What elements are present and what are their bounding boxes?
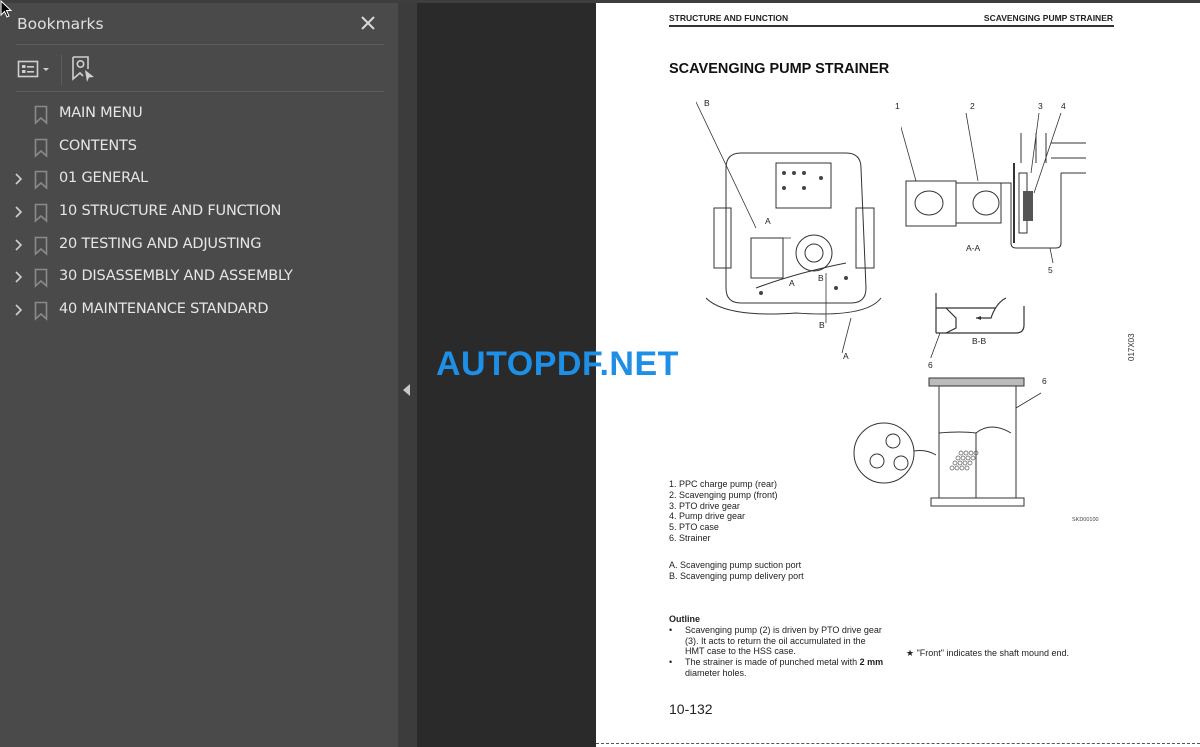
callout-4: 4 — [1061, 101, 1066, 111]
chevron-right-icon[interactable] — [13, 237, 25, 253]
mouse-cursor-icon — [0, 0, 13, 18]
pdf-page: STRUCTURE AND FUNCTION SCAVENGING PUMP S… — [596, 3, 1200, 747]
chevron-right-icon[interactable] — [13, 204, 25, 220]
page-number: 10-132 — [669, 701, 713, 717]
callout-B: B — [819, 320, 825, 330]
bookmark-icon — [34, 203, 48, 223]
running-header-left: STRUCTURE AND FUNCTION — [669, 13, 789, 23]
legend-item: 2. Scavenging pump (front) — [669, 489, 778, 500]
chevron-right-icon[interactable] — [13, 269, 25, 285]
callout-1: 1 — [895, 101, 900, 111]
callout-A: A — [789, 278, 795, 288]
section-label-bb: B-B — [972, 336, 987, 346]
page-break-line — [596, 743, 1200, 744]
bookmark-label: 30 DISASSEMBLY AND ASSEMBLY — [59, 268, 293, 284]
strainer-drawing — [853, 377, 1042, 507]
bookmark-label: 01 GENERAL — [59, 170, 148, 186]
panel-title: Bookmarks — [17, 15, 104, 33]
outline-bullet: • The strainer is made of punched metal w… — [669, 657, 884, 678]
section-label-aa: A-A — [966, 243, 981, 253]
callout-2: 2 — [970, 101, 975, 111]
bookmark-icon — [34, 268, 48, 288]
bookmark-item[interactable]: 40 MAINTENANCE STANDARD — [0, 295, 398, 325]
cursor-arrow-icon — [85, 70, 94, 82]
section-bb-drawing — [930, 293, 1025, 358]
callout-B: B — [704, 98, 710, 108]
callout-6: 6 — [1042, 376, 1047, 386]
chevron-right-icon[interactable] — [13, 302, 25, 318]
legend-item: 1. PPC charge pump (rear) — [669, 479, 778, 489]
outline-section: Outline • Scavenging pump (2) is driven b… — [669, 614, 884, 679]
lettered-legend: A. Scavenging pump suction port B. Scave… — [669, 560, 804, 582]
legend-item: 5. PTO case — [669, 522, 719, 533]
chevron-right-icon[interactable] — [13, 171, 25, 187]
close-icon[interactable] — [356, 11, 380, 35]
bookmark-item[interactable]: 20 TESTING AND ADJUSTING — [0, 230, 398, 260]
find-current-bookmark-button[interactable] — [71, 55, 97, 83]
watermark: AUTOPDF.NET — [436, 345, 679, 383]
legend-item: A. Scavenging pump suction port — [669, 560, 802, 570]
callout-B: B — [818, 273, 824, 283]
options-menu-button[interactable] — [17, 59, 55, 81]
bookmark-label: CONTENTS — [59, 138, 137, 154]
bookmark-icon — [34, 170, 48, 190]
bookmark-item[interactable]: 10 STRUCTURE AND FUNCTION — [0, 197, 398, 227]
figure-code: SKD00100 — [1072, 517, 1099, 523]
engine-front-view-drawing — [696, 101, 882, 354]
figure-side-code: 017X03 — [1127, 333, 1136, 361]
legend-item: 4. Pump drive gear — [669, 511, 746, 522]
bookmark-item[interactable]: 01 GENERAL — [0, 164, 398, 194]
callout-6: 6 — [928, 360, 933, 370]
divider — [16, 44, 384, 45]
bookmark-label: MAIN MENU — [59, 105, 143, 121]
toolbar-separator — [61, 55, 62, 85]
legend-item: B. Scavenging pump delivery port — [669, 571, 804, 581]
bookmark-item[interactable]: MAIN MENU — [0, 99, 398, 129]
legend-item: 6. Strainer — [669, 532, 711, 543]
bookmark-item[interactable]: CONTENTS — [0, 132, 398, 162]
bookmark-item[interactable]: 30 DISASSEMBLY AND ASSEMBLY — [0, 262, 398, 292]
header-rule — [669, 25, 1114, 27]
bookmark-icon — [34, 236, 48, 256]
bookmarks-panel: Bookmarks MAIN MENU CONTENTS 01 GENERAL … — [0, 3, 398, 747]
outline-bullet: • Scavenging pump (2) is driven by PTO dr… — [669, 624, 882, 657]
callout-5: 5 — [1048, 265, 1053, 275]
legend-item: 3. PTO drive gear — [669, 500, 740, 511]
section-aa-drawing — [901, 112, 1086, 263]
callout-A: A — [765, 216, 771, 226]
bookmark-label: 20 TESTING AND ADJUSTING — [59, 236, 262, 252]
bookmark-icon — [34, 138, 48, 158]
bookmark-icon — [34, 301, 48, 321]
numbered-legend: 1. PPC charge pump (rear) 2. Scavenging … — [669, 479, 778, 544]
front-note: ★ "Front" indicates the shaft mound end. — [906, 648, 1070, 658]
bookmark-icon — [34, 105, 48, 125]
callout-3: 3 — [1038, 101, 1043, 111]
list-options-icon — [17, 60, 39, 78]
chevron-down-icon — [43, 68, 49, 71]
running-header-right: SCAVENGING PUMP STRAINER — [983, 13, 1113, 23]
divider — [16, 91, 384, 92]
outline-title: Outline — [669, 614, 700, 624]
callout-A: A — [843, 351, 849, 361]
page-title: SCAVENGING PUMP STRAINER — [669, 61, 890, 77]
panel-splitter[interactable] — [398, 3, 417, 747]
find-current-bookmark-icon — [72, 56, 89, 81]
collapse-panel-arrow-icon[interactable] — [403, 384, 410, 396]
bookmark-label: 40 MAINTENANCE STANDARD — [59, 301, 269, 317]
bookmark-label: 10 STRUCTURE AND FUNCTION — [59, 203, 282, 219]
